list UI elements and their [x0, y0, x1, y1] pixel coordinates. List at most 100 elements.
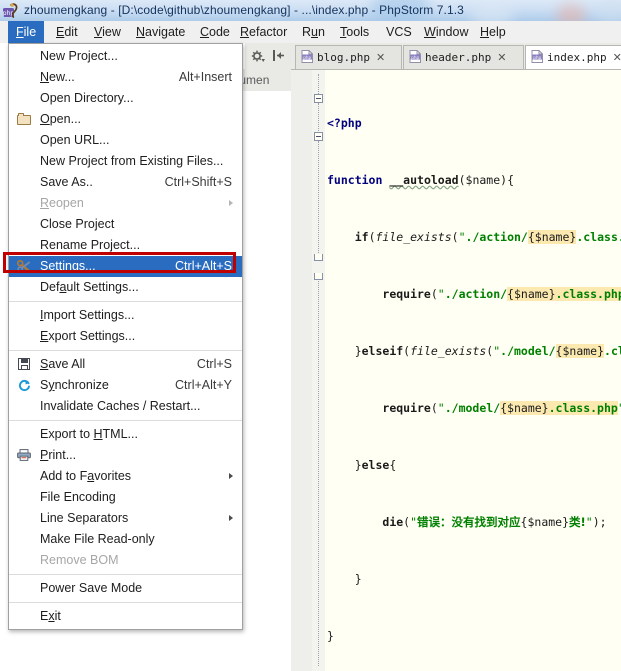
collapse-all-icon[interactable]	[272, 49, 285, 62]
code-line: }elseif(file_exists("./model/{$name}.cla…	[327, 344, 621, 358]
svg-text:php: php	[411, 55, 419, 60]
editor-tab-index-php[interactable]: php index.php ✕	[525, 45, 621, 69]
menu-item-export-settings[interactable]: Export Settings...	[9, 326, 242, 347]
menubar-item-edit[interactable]: Edit	[48, 21, 86, 43]
menu-item-shortcut: Ctrl+S	[196, 357, 232, 371]
menu-item-rename-project[interactable]: Rename Project...	[9, 235, 242, 256]
menubar-item-refactor[interactable]: Refactor	[232, 21, 295, 43]
editor-tab-label: header.php	[425, 51, 492, 64]
menu-item-label: Default Settings...	[40, 280, 139, 294]
menubar-item-run[interactable]: Run	[294, 21, 333, 43]
code-content[interactable]: <?php function __autoload($name){ if(fil…	[327, 76, 621, 671]
menubar-item-vcs[interactable]: VCS	[378, 21, 420, 43]
close-icon[interactable]: ✕	[497, 47, 506, 70]
menu-item-label: Save All	[40, 357, 86, 371]
fold-line	[318, 281, 320, 666]
menu-item-print[interactable]: Print...	[9, 445, 242, 466]
editor-tab-bar[interactable]: php blog.php ✕ php header.php ✕ php index.php ✕	[291, 43, 621, 70]
code-line: <?php	[327, 116, 362, 130]
menu-item-close-project[interactable]: Close Project	[9, 214, 242, 235]
php-file-icon: php	[409, 48, 422, 63]
close-icon[interactable]: ✕	[613, 47, 621, 70]
menu-item-new-project-from-existing-files[interactable]: New Project from Existing Files...	[9, 151, 242, 172]
menu-item-open-url[interactable]: Open URL...	[9, 130, 242, 151]
folder-icon	[17, 112, 32, 127]
menu-item-file-encoding[interactable]: File Encoding	[9, 487, 242, 508]
code-folding-strip[interactable]	[312, 70, 325, 671]
menu-item-label: Save As..	[40, 175, 93, 189]
menu-item-settings[interactable]: Settings... Ctrl+Alt+S	[3, 252, 242, 277]
menubar-item-view[interactable]: View	[86, 21, 129, 43]
menu-item-label: Synchronize	[40, 378, 109, 392]
project-toolbar[interactable]	[245, 43, 291, 70]
menu-item-label: Remove BOM	[40, 553, 119, 567]
code-line: }else{	[327, 458, 397, 472]
menu-item-new[interactable]: New... Alt+Insert	[9, 67, 242, 88]
menu-item-shortcut: Alt+Insert	[178, 70, 232, 84]
code-editor[interactable]: <?php function __autoload($name){ if(fil…	[291, 70, 621, 671]
menu-item-label: Export to HTML...	[40, 427, 138, 441]
menu-item-shortcut: Ctrl+Shift+S	[164, 175, 232, 189]
menu-separator	[9, 574, 242, 575]
menubar-item-file[interactable]: File	[8, 21, 45, 43]
print-icon	[17, 448, 32, 463]
menu-separator	[9, 350, 242, 351]
menu-item-add-to-favorites[interactable]: Add to Favorites	[9, 466, 242, 487]
fold-end-icon[interactable]	[314, 273, 323, 280]
menu-item-label: Invalidate Caches / Restart...	[40, 399, 201, 413]
menu-item-import-settings[interactable]: Import Settings...	[9, 305, 242, 326]
titlebar-glass-blob	[596, 0, 621, 21]
menu-item-label: Rename Project...	[40, 238, 141, 252]
menu-item-line-separators[interactable]: Line Separators	[9, 508, 242, 529]
menu-item-label: New...	[40, 70, 75, 84]
menubar-item-window[interactable]: Window	[416, 21, 476, 43]
file-menu-dropdown[interactable]: New Project... New... Alt+Insert Open Direc…	[3, 43, 243, 630]
close-icon[interactable]: ✕	[376, 47, 385, 70]
menubar-item-navigate[interactable]: Navigate	[128, 21, 193, 43]
editor-tab-header-php[interactable]: php header.php ✕	[403, 45, 524, 69]
menu-item-save-as[interactable]: Save As.. Ctrl+Shift+S	[9, 172, 242, 193]
gear-icon[interactable]	[251, 49, 265, 63]
menu-item-open-directory[interactable]: Open Directory...	[9, 88, 242, 109]
wrench-icon	[17, 259, 32, 274]
menu-item-shortcut: Ctrl+Alt+S	[175, 259, 232, 273]
phpstorm-icon: php	[3, 3, 18, 18]
menu-bar[interactable]: File Edit View Navigate Code Refactor Run Tools…	[0, 21, 621, 44]
window-title: zhoumengkang - [D:\code\github\zhoumengk…	[24, 3, 464, 17]
menu-item-label: Reopen	[40, 196, 84, 210]
fold-toggle-icon[interactable]	[314, 94, 323, 103]
menubar-item-help[interactable]: Help	[472, 21, 514, 43]
code-line: if(file_exists("./action/{$name}.class.p…	[354, 230, 621, 244]
code-line: }	[327, 572, 362, 586]
menubar-item-code[interactable]: Code	[192, 21, 238, 43]
code-line: }	[327, 629, 334, 643]
menu-item-default-settings[interactable]: Default Settings...	[9, 277, 242, 298]
chevron-right-icon	[229, 200, 233, 206]
menu-item-open[interactable]: Open...	[9, 109, 242, 130]
editor-gutter[interactable]	[291, 70, 313, 671]
menu-item-label: Exit	[40, 609, 61, 623]
menu-item-reopen: Reopen	[9, 193, 242, 214]
menu-item-exit[interactable]: Exit	[9, 606, 242, 627]
fold-toggle-icon[interactable]	[314, 132, 323, 141]
menu-item-invalidate-caches-restart[interactable]: Invalidate Caches / Restart...	[9, 396, 242, 417]
menu-item-label: New Project from Existing Files...	[40, 154, 224, 168]
menu-item-make-file-read-only[interactable]: Make File Read-only	[9, 529, 242, 550]
fold-end-icon[interactable]	[314, 254, 323, 261]
menu-item-synchronize[interactable]: Synchronize Ctrl+Alt+Y	[9, 375, 242, 396]
code-line: require("./model/{$name}.class.php");	[382, 401, 621, 415]
menu-item-label: Settings...	[40, 259, 96, 273]
menu-separator	[9, 301, 242, 302]
menu-item-label: Close Project	[40, 217, 115, 231]
project-tree-body[interactable]	[245, 91, 292, 671]
menu-item-label: Open Directory...	[40, 91, 134, 105]
menu-item-export-to-html[interactable]: Export to HTML...	[9, 424, 242, 445]
menubar-item-tools[interactable]: Tools	[332, 21, 377, 43]
title-bar: php zhoumengkang - [D:\code\github\zhoum…	[0, 0, 621, 21]
menu-item-new-project[interactable]: New Project...	[9, 46, 242, 67]
menu-item-power-save-mode[interactable]: Power Save Mode	[9, 578, 242, 599]
sync-icon	[17, 378, 32, 393]
menu-item-save-all[interactable]: Save All Ctrl+S	[9, 354, 242, 375]
menu-item-label: File Encoding	[40, 490, 116, 504]
editor-tab-blog-php[interactable]: php blog.php ✕	[295, 45, 402, 69]
